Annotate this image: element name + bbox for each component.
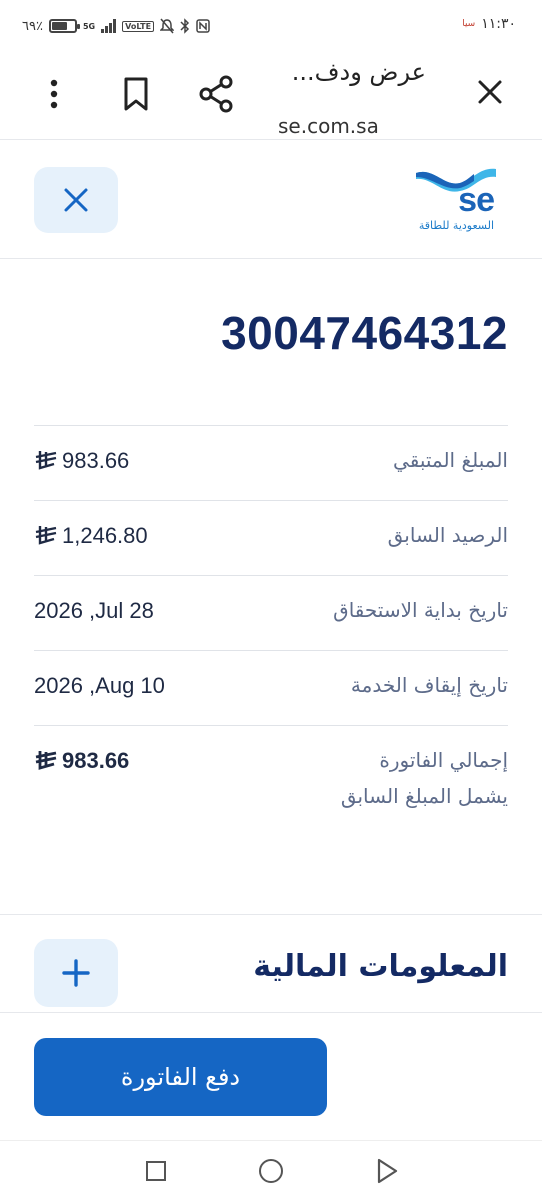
detail-row-remaining: المبلغ المتبقي 983.66: [34, 425, 508, 500]
app-header: se السعودية للطاقة: [0, 141, 542, 259]
detail-row-service-stop: تاريخ إيقاف الخدمة 2026 ,Aug 10: [34, 650, 508, 725]
share-icon[interactable]: [198, 74, 234, 114]
status-bar: ٦٩٪ 5G VoLTE سيا ١١:٣٠: [0, 0, 542, 56]
recents-icon[interactable]: [146, 1161, 166, 1181]
amount-text: 983.66: [62, 748, 130, 773]
more-options-icon[interactable]: [46, 78, 62, 110]
mute-icon: [160, 18, 175, 34]
total-value: 983.66: [34, 748, 129, 774]
bookmark-icon[interactable]: [122, 76, 150, 112]
pay-bill-button[interactable]: دفع الفاتورة: [34, 1038, 327, 1116]
account-number: 30047464312: [221, 307, 508, 359]
carrier-badge: سيا: [462, 19, 476, 29]
navigation-bar: [0, 1140, 542, 1199]
total-label: إجمالي الفاتورة: [379, 748, 508, 772]
logo-text: se: [458, 181, 495, 219]
close-icon[interactable]: [474, 76, 506, 108]
amount-text: 983.66: [62, 448, 130, 473]
page-title: عرض ودف...: [291, 58, 426, 86]
battery-icon: [48, 19, 80, 33]
close-panel-button[interactable]: [34, 167, 118, 233]
amount-text: 1,246.80: [62, 523, 148, 548]
bluetooth-icon: [180, 18, 190, 34]
detail-row-due-start: تاريخ بداية الاستحقاق 2026 ,Jul 28: [34, 575, 508, 650]
detail-row-total: إجمالي الفاتورة يشمل المبلغ السابق 983.6…: [34, 725, 508, 845]
battery-level: [51, 22, 67, 30]
riyal-icon: [35, 751, 57, 770]
logo-caption: السعودية للطاقة: [418, 219, 494, 232]
riyal-icon: [35, 526, 57, 545]
signal-icon: [101, 19, 117, 33]
clock-area: سيا ١١:٣٠: [462, 16, 516, 32]
detail-value: 1,246.80: [34, 523, 148, 549]
total-sublabel: يشمل المبلغ السابق: [340, 784, 508, 808]
detail-label: المبلغ المتبقي: [393, 448, 508, 472]
detail-row-previous-balance: الرصيد السابق 1,246.80: [34, 500, 508, 575]
detail-value: 983.66: [34, 448, 129, 474]
detail-label: تاريخ بداية الاستحقاق: [333, 598, 508, 622]
home-icon[interactable]: [259, 1159, 283, 1183]
detail-label: تاريخ إيقاف الخدمة: [350, 673, 508, 697]
detail-value: 2026 ,Aug 10: [34, 673, 165, 698]
expand-button[interactable]: [34, 939, 118, 1007]
network-type: 5G: [82, 21, 96, 31]
riyal-icon: [35, 451, 57, 470]
nfc-icon: [196, 19, 210, 33]
plus-icon: [62, 959, 90, 987]
clock: ١١:٣٠: [481, 16, 516, 32]
page-url: se.com.sa: [278, 114, 379, 138]
volte-badge: VoLTE: [122, 20, 155, 32]
detail-label: الرصيد السابق: [387, 523, 508, 547]
financial-info-title: المعلومات المالية: [253, 949, 508, 984]
battery-percent: ٦٩٪: [22, 18, 43, 34]
close-icon: [64, 188, 88, 212]
back-icon[interactable]: [375, 1157, 399, 1185]
financial-info-section[interactable]: المعلومات المالية: [0, 915, 542, 1013]
bill-details: المبلغ المتبقي 983.66 الرصيد السابق 1,24…: [34, 425, 508, 845]
status-indicators: ٦٩٪ 5G VoLTE: [22, 18, 210, 34]
browser-header: عرض ودف... se.com.sa: [0, 56, 542, 140]
detail-value: 2026 ,Jul 28: [34, 598, 154, 623]
